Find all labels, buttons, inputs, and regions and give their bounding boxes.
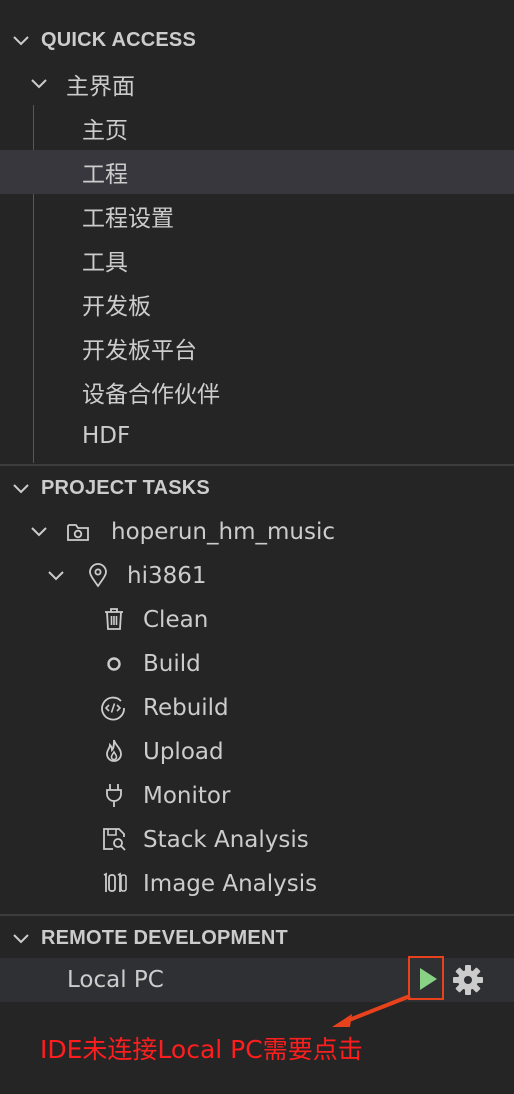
quick-item-label: 主页 xyxy=(82,118,128,144)
quick-item-label: 工程 xyxy=(82,162,128,188)
tree-group-label: 主界面 xyxy=(66,74,135,100)
task-label: Stack Analysis xyxy=(143,827,309,853)
task-label: Rebuild xyxy=(143,695,229,721)
task-label: Upload xyxy=(143,739,224,765)
chevron-down-icon xyxy=(13,484,29,494)
quick-item-hdf[interactable]: HDF xyxy=(0,414,514,458)
quick-item-label: HDF xyxy=(82,423,131,449)
project-folder-icon xyxy=(67,524,89,541)
local-pc-label: Local PC xyxy=(67,967,164,993)
binary-icon xyxy=(103,872,127,892)
project-tasks-header[interactable]: PROJECT TASKS xyxy=(0,468,514,508)
task-build[interactable]: Build xyxy=(0,642,514,686)
quick-item-label: 设备合作伙伴 xyxy=(82,382,220,408)
task-upload[interactable]: Upload xyxy=(0,730,514,774)
project-tasks-title: PROJECT TASKS xyxy=(41,476,210,499)
location-pin-icon xyxy=(89,563,107,588)
task-label: Build xyxy=(143,651,201,677)
task-image-analysis[interactable]: Image Analysis xyxy=(0,862,514,906)
quick-access-header[interactable]: QUICK ACCESS xyxy=(0,20,514,60)
task-clean[interactable]: Clean xyxy=(0,598,514,642)
annotation-text: IDE未连接Local PC需要点击 xyxy=(40,1035,363,1064)
quick-item-project[interactable]: 工程 xyxy=(0,150,514,194)
quick-item-label: 工程设置 xyxy=(82,206,174,232)
task-label: Image Analysis xyxy=(143,871,318,897)
target-node[interactable]: hi3861 xyxy=(0,554,514,598)
quick-access-title: QUICK ACCESS xyxy=(41,28,197,51)
trash-icon xyxy=(105,608,123,630)
chevron-down-icon xyxy=(48,571,64,581)
task-label: Monitor xyxy=(143,783,231,809)
code-circle-icon xyxy=(101,696,125,721)
project-node[interactable]: hoperun_hm_music xyxy=(0,510,514,554)
target-label: hi3861 xyxy=(127,563,207,589)
quick-item-label: 开发板 xyxy=(82,294,151,320)
chevron-down-icon xyxy=(13,934,29,944)
plug-icon xyxy=(106,784,122,807)
save-search-icon xyxy=(103,828,126,851)
project-label: hoperun_hm_music xyxy=(111,519,335,545)
quick-item-board-platform[interactable]: 开发板平台 xyxy=(0,326,514,370)
quick-item-board[interactable]: 开发板 xyxy=(0,282,514,326)
chevron-down-icon xyxy=(31,79,47,89)
quick-item-label: 工具 xyxy=(82,250,128,276)
chevron-down-icon xyxy=(13,36,29,46)
quick-item-label: 开发板平台 xyxy=(82,338,197,364)
play-icon[interactable] xyxy=(417,966,439,992)
task-rebuild[interactable]: Rebuild xyxy=(0,686,514,730)
quick-item-device-partners[interactable]: 设备合作伙伴 xyxy=(0,370,514,414)
circle-icon xyxy=(107,657,121,671)
quick-item-tools[interactable]: 工具 xyxy=(0,238,514,282)
section-divider xyxy=(0,914,514,916)
section-divider xyxy=(0,464,514,466)
task-monitor[interactable]: Monitor xyxy=(0,774,514,818)
explorer-panel: QUICK ACCESS 主界面 主页 工程 工程设置 工具 开发板 开发板平台… xyxy=(0,0,514,1094)
quick-item-home[interactable]: 主页 xyxy=(0,106,514,150)
remote-development-header[interactable]: REMOTE DEVELOPMENT xyxy=(0,918,514,958)
tree-group-main[interactable]: 主界面 xyxy=(0,62,514,106)
remote-development-title: REMOTE DEVELOPMENT xyxy=(41,926,288,949)
task-label: Clean xyxy=(143,607,209,633)
annotation-arrow xyxy=(332,994,411,1027)
chevron-down-icon xyxy=(31,527,47,537)
task-stack-analysis[interactable]: Stack Analysis xyxy=(0,818,514,862)
flame-icon xyxy=(106,739,122,762)
quick-item-project-settings[interactable]: 工程设置 xyxy=(0,194,514,238)
gear-icon[interactable] xyxy=(452,964,484,996)
